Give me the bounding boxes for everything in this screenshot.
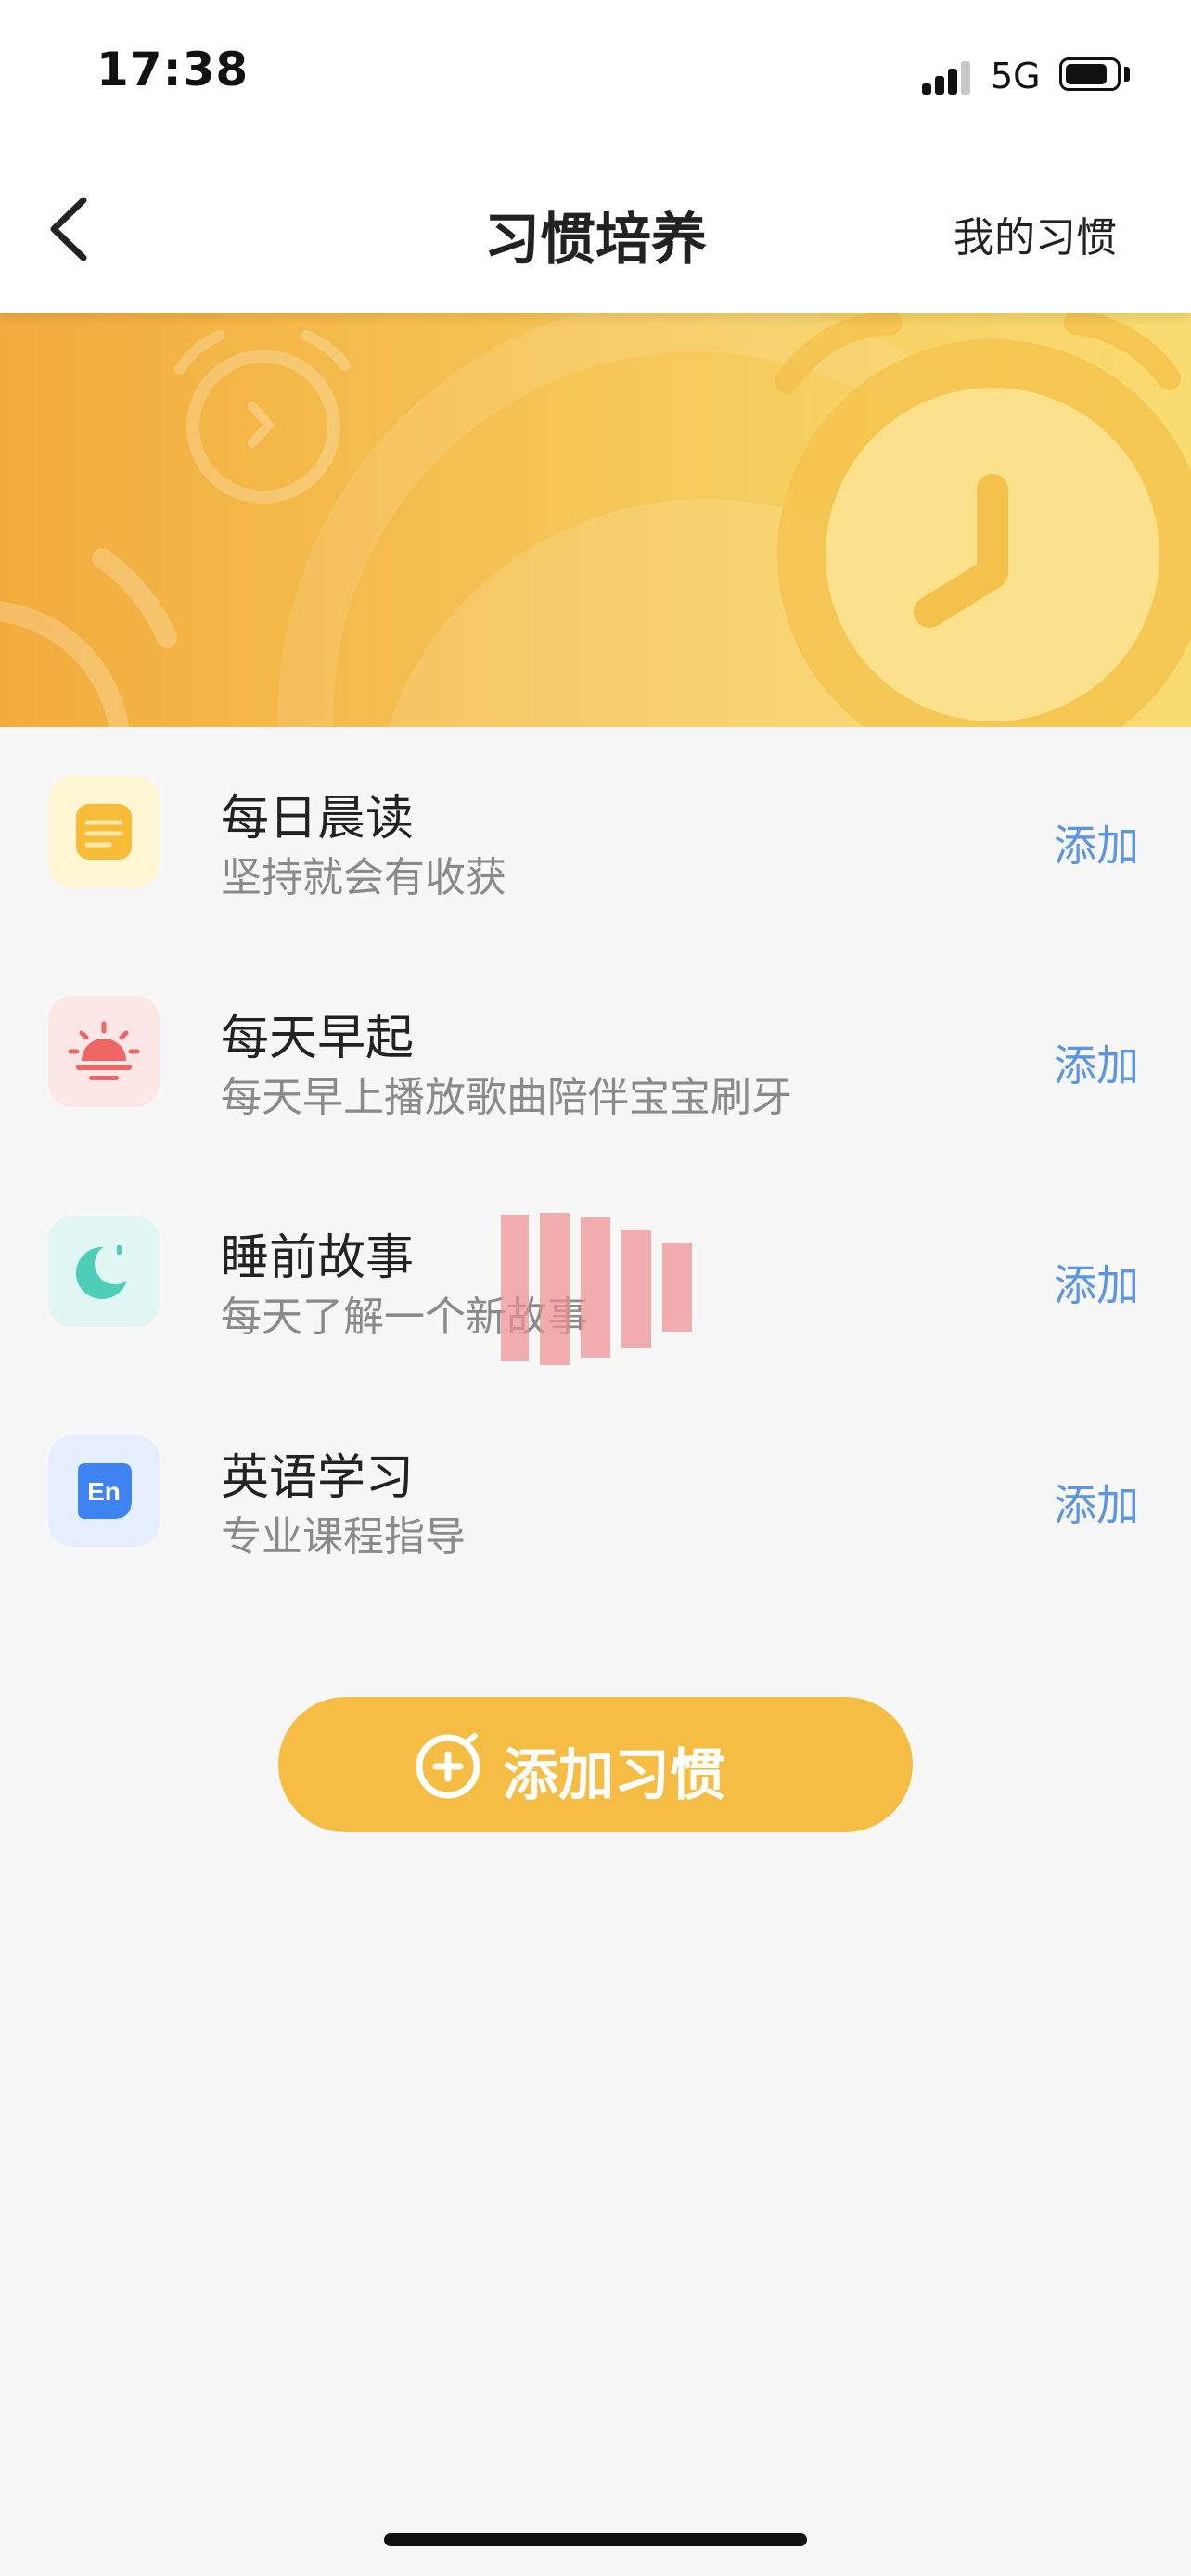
audio-wave-icon [501,1213,696,1365]
network-label: 5G [991,56,1041,96]
habit-title: 每天早起 [221,1011,415,1066]
habit-title: 睡前故事 [221,1231,415,1286]
status-time: 17:38 [96,43,250,96]
add-habit-button[interactable]: 添加习惯 [278,1697,913,1832]
add-habit-label: 添加习惯 [503,1743,725,1808]
habit-desc: 每天早上播放歌曲陪伴宝宝刷牙 [221,1074,792,1121]
list-item: 每天早起 每天早上播放歌曲陪伴宝宝刷牙 添加 [0,947,1191,1167]
add-circle-icon [416,1733,480,1799]
habit-title: 英语学习 [221,1450,415,1506]
nav-bar: 习惯培养 我的习惯 [0,148,1191,313]
book-icon [48,776,160,887]
habit-desc: 坚持就会有收获 [221,854,506,901]
add-habit-link[interactable]: 添加 [1054,1252,1139,1313]
english-icon: En [48,1435,160,1547]
habit-title: 每日晨读 [221,791,415,847]
banner [0,313,1191,727]
status-bar: 17:38 5G [0,0,1191,148]
list-item: 每日晨读 坚持就会有收获 添加 [0,727,1191,947]
home-indicator[interactable] [384,2533,807,2546]
battery-icon [1059,57,1121,91]
list-item: En 英语学习 专业课程指导 添加 [0,1386,1191,1606]
moon-icon [48,1216,160,1327]
habit-list: 每日晨读 坚持就会有收获 添加 每天早起 每天早上播放歌曲陪伴宝宝刷牙 添加 睡… [0,727,1191,1606]
my-habits-link[interactable]: 我的习惯 [954,204,1117,263]
add-habit-link[interactable]: 添加 [1054,1472,1139,1533]
add-habit-link[interactable]: 添加 [1054,1032,1139,1093]
habit-desc: 专业课程指导 [221,1513,466,1561]
banner-illustration [0,313,1191,727]
signal-icon [922,57,974,95]
english-icon-label: En [87,1477,121,1506]
sunrise-icon [48,996,160,1107]
add-habit-link[interactable]: 添加 [1054,812,1139,874]
